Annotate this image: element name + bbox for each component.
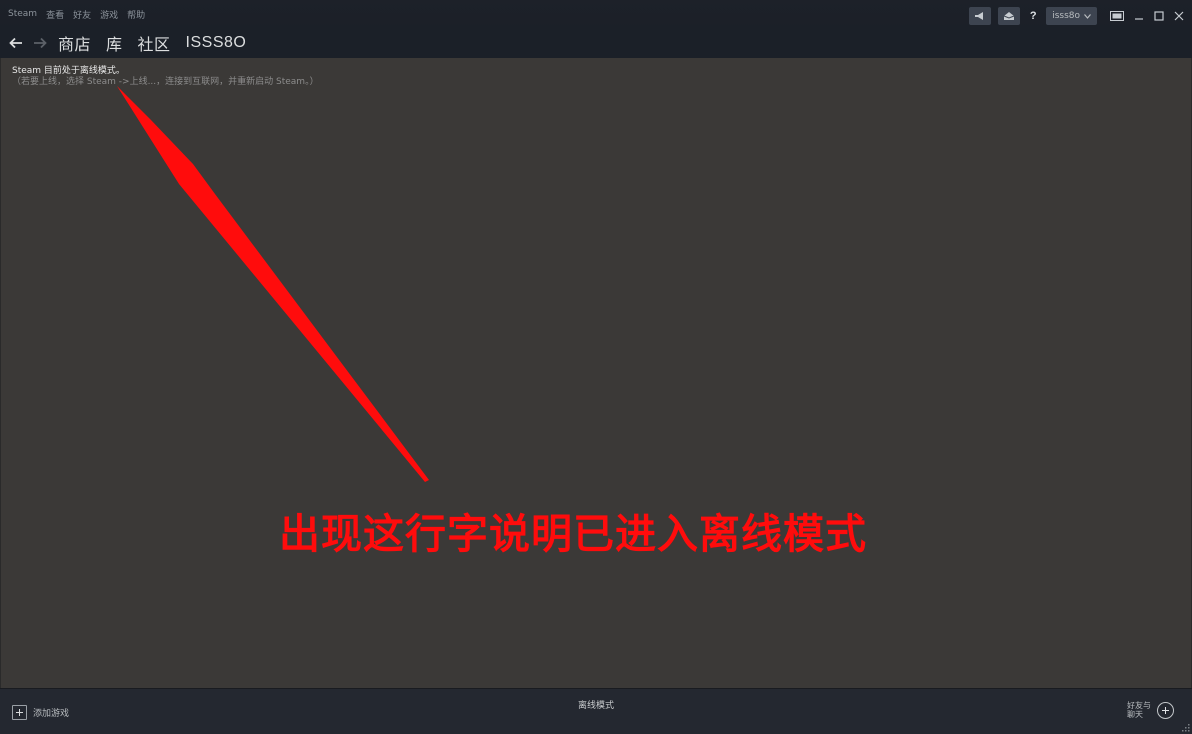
bottom-bar: 添加游戏 离线模式 好友与 聊天 [0,688,1192,734]
tab-community[interactable]: 社区 [138,31,171,55]
friends-chat-label-line1: 好友与 [1127,701,1151,710]
tab-profile[interactable]: ISSS8O [186,34,247,52]
titlebar-controls: ? isss8o [969,6,1184,26]
back-button[interactable] [4,31,28,55]
arrow-right-icon [34,37,47,49]
main-content: Steam 目前处于离线模式。 （若要上线，选择 Steam ->上线...，连… [0,58,1192,688]
announcement-button[interactable] [969,7,992,25]
notification-button[interactable] [998,7,1021,25]
big-picture-icon[interactable] [1110,10,1124,22]
annotation-arrow-shape [117,86,429,482]
annotation-text: 出现这行字说明已进入离线模式 [279,510,867,558]
window-controls [1110,10,1184,22]
nav-tabs: 商店 库 社区 ISSS8O [58,31,246,55]
friends-chat-label: 好友与 聊天 [1127,701,1153,719]
navigation-bar: 商店 库 社区 ISSS8O [0,28,1192,58]
notification-icon [1004,12,1015,20]
announcement-icon [975,12,984,20]
friends-chat-button[interactable]: 好友与 聊天 [1127,701,1174,719]
username-label: isss8o [1052,11,1080,21]
menu-friends[interactable]: 好友 [73,8,91,21]
forward-button[interactable] [28,31,52,55]
annotation-arrow [117,86,429,482]
friends-chat-label-line2: 聊天 [1127,710,1143,719]
offline-mode-status: 离线模式 [577,701,614,711]
menu-bar: Steam 查看 好友 游戏 帮助 [8,0,145,28]
chevron-down-icon [1084,13,1091,19]
menu-view[interactable]: 查看 [46,8,64,21]
menu-steam[interactable]: Steam [8,9,37,19]
minimize-icon[interactable] [1134,11,1144,21]
tab-store[interactable]: 商店 [58,31,91,55]
maximize-icon[interactable] [1154,11,1164,21]
help-icon[interactable]: ? [1027,10,1039,22]
arrow-left-icon [9,37,22,49]
account-menu-button[interactable]: isss8o [1046,7,1097,25]
menu-help[interactable]: 帮助 [127,8,145,21]
menu-games[interactable]: 游戏 [100,8,118,21]
title-bar: Steam 查看 好友 游戏 帮助 ? isss8o [0,0,1192,30]
tab-library[interactable]: 库 [106,31,123,55]
close-icon[interactable] [1174,11,1184,21]
resize-grip-icon[interactable] [1182,724,1190,732]
add-circle-icon [1157,701,1174,719]
